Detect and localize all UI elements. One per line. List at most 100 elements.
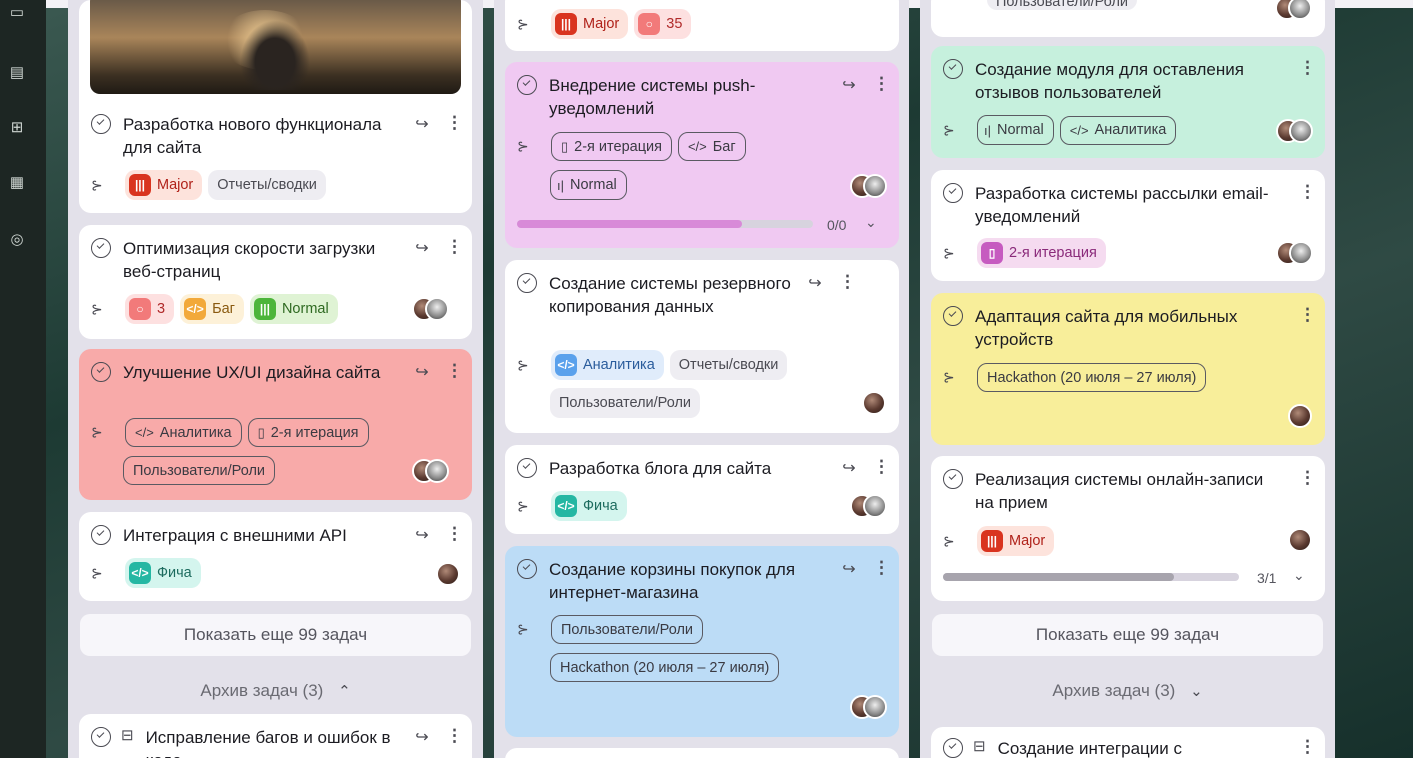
- tag-analytics[interactable]: </> Аналитика: [125, 418, 242, 447]
- check-circle-icon[interactable]: [517, 273, 537, 293]
- task-card[interactable]: Адаптация сайта для мобильных устройств …: [931, 293, 1325, 445]
- check-circle-icon[interactable]: [517, 559, 537, 579]
- tag[interactable]: Пользователи/Роли: [550, 388, 701, 418]
- subtasks-icon[interactable]: ⊱: [91, 301, 111, 318]
- task-card[interactable]: Оптимизация скорости загрузки веб-страни…: [79, 225, 472, 339]
- tag[interactable]: Отчеты/сводки: [669, 350, 788, 380]
- chevron-down-icon[interactable]: ⌄: [1293, 567, 1305, 584]
- avatar[interactable]: [863, 174, 887, 198]
- document-icon[interactable]: ▦: [6, 172, 28, 194]
- check-circle-icon[interactable]: [91, 362, 111, 382]
- task-card[interactable]: Пользователи/Роли: [931, 0, 1325, 37]
- check-circle-icon[interactable]: [943, 306, 963, 326]
- task-card[interactable]: Внедрение системы push-уведомлений ↪ ⋮ ⊱…: [505, 62, 899, 248]
- tag-sprint[interactable]: Hackathon (20 июля – 27 июля): [977, 363, 1207, 392]
- tag[interactable]: Пользователи/Роли: [123, 456, 276, 485]
- archive-toggle[interactable]: Архив задач (3) ⌄: [932, 681, 1323, 701]
- share-icon[interactable]: ↪: [412, 727, 432, 747]
- more-vertical-icon[interactable]: ⋮: [446, 361, 463, 381]
- check-circle-icon[interactable]: [943, 469, 963, 489]
- tag-feature[interactable]: </> Фича: [125, 558, 201, 588]
- task-clock-icon[interactable]: ▤: [6, 62, 28, 84]
- task-card[interactable]: ⊱ ||| Major ○ 35: [505, 0, 899, 51]
- check-circle-icon[interactable]: [943, 59, 963, 79]
- tag[interactable]: Пользователи/Роли: [987, 0, 1138, 10]
- archived-task-card[interactable]: ⊟ Создание интеграции с ⋮: [931, 727, 1325, 758]
- avatar[interactable]: [436, 562, 460, 586]
- presentation-icon[interactable]: ⊞: [6, 117, 28, 139]
- avatar[interactable]: [1288, 0, 1312, 20]
- show-more-button[interactable]: Показать еще 99 задач: [80, 614, 471, 656]
- tag-priority[interactable]: ||| Major: [977, 526, 1055, 556]
- check-circle-icon[interactable]: [91, 238, 111, 258]
- check-circle-icon[interactable]: [517, 458, 537, 478]
- more-vertical-icon[interactable]: ⋮: [1299, 305, 1316, 325]
- task-card[interactable]: Создание системы резервного копирования …: [505, 260, 899, 433]
- tag-feature[interactable]: </> Фича: [551, 491, 627, 521]
- show-more-button[interactable]: Показать еще 99 задач: [932, 614, 1323, 656]
- check-circle-icon[interactable]: [943, 738, 963, 758]
- tag-analytics[interactable]: </> Аналитика: [551, 350, 664, 380]
- check-circle-icon[interactable]: [517, 75, 537, 95]
- more-vertical-icon[interactable]: ⋮: [839, 272, 856, 292]
- archive-toggle[interactable]: Архив задач (3) ⌃: [80, 681, 471, 701]
- more-vertical-icon[interactable]: ⋮: [873, 74, 890, 94]
- more-vertical-icon[interactable]: ⋮: [1299, 737, 1316, 757]
- task-card[interactable]: Улучшение UX/UI дизайна сайта ↪ ⋮ ⊱ </> А…: [79, 349, 472, 500]
- tag-priority[interactable]: ||| Major: [551, 9, 629, 39]
- task-card[interactable]: Разработка системы рассылки email-уведом…: [931, 170, 1325, 281]
- more-vertical-icon[interactable]: ⋮: [446, 524, 463, 544]
- share-icon[interactable]: ↪: [412, 362, 432, 382]
- check-circle-icon[interactable]: [91, 727, 111, 747]
- tag-priority[interactable]: ||| Normal: [249, 294, 338, 324]
- check-circle-icon[interactable]: [91, 525, 111, 545]
- more-vertical-icon[interactable]: ⋮: [1299, 182, 1316, 202]
- subtasks-icon[interactable]: ⊱: [943, 245, 963, 262]
- tag-iteration[interactable]: ▯ 2-я итерация: [551, 132, 672, 161]
- tag-comments[interactable]: ○ 3: [125, 294, 175, 324]
- share-icon[interactable]: ↪: [839, 75, 859, 95]
- tag-sprint[interactable]: Hackathon (20 июля – 27 июля): [550, 653, 780, 682]
- subtasks-icon[interactable]: ⊱: [91, 424, 111, 441]
- subtasks-icon[interactable]: ⊱: [943, 369, 963, 386]
- check-circle-icon[interactable]: [943, 183, 963, 203]
- share-icon[interactable]: ↪: [839, 559, 859, 579]
- task-card[interactable]: Создание корзины покупок для интернет-ма…: [505, 546, 899, 737]
- subtasks-icon[interactable]: ⊱: [943, 533, 963, 550]
- avatar[interactable]: [1288, 528, 1312, 552]
- tag-analytics[interactable]: </> Аналитика: [1059, 115, 1177, 145]
- task-card[interactable]: Разработка нового функционала для сайта …: [79, 0, 472, 213]
- tag-priority[interactable]: ||| Major: [125, 170, 203, 200]
- tag[interactable]: Отчеты/сводки: [208, 170, 326, 200]
- tag[interactable]: Пользователи/Роли: [551, 615, 704, 644]
- more-vertical-icon[interactable]: ⋮: [873, 558, 890, 578]
- avatar[interactable]: [1289, 119, 1313, 143]
- more-vertical-icon[interactable]: ⋮: [1299, 58, 1316, 78]
- tag-iteration[interactable]: ▯ 2-я итерация: [247, 418, 369, 447]
- board-icon[interactable]: ▭: [6, 2, 28, 24]
- more-vertical-icon[interactable]: ⋮: [446, 237, 463, 257]
- subtasks-icon[interactable]: ⊱: [91, 565, 111, 582]
- share-icon[interactable]: ↪: [839, 458, 859, 478]
- task-card[interactable]: [505, 748, 899, 758]
- task-card[interactable]: Создание модуля для оставления отзывов п…: [931, 46, 1325, 158]
- subtasks-icon[interactable]: ⊱: [517, 621, 537, 638]
- avatar[interactable]: [1289, 241, 1313, 265]
- help-lifebuoy-icon[interactable]: ◎: [6, 229, 28, 251]
- share-icon[interactable]: ↪: [805, 273, 825, 293]
- subtasks-icon[interactable]: ⊱: [91, 177, 111, 194]
- more-vertical-icon[interactable]: ⋮: [1299, 468, 1316, 488]
- more-vertical-icon[interactable]: ⋮: [446, 726, 463, 746]
- share-icon[interactable]: ↪: [412, 238, 432, 258]
- tag-priority[interactable]: ı| Normal: [550, 170, 627, 200]
- task-card[interactable]: Реализация системы онлайн-записи на прие…: [931, 456, 1325, 601]
- avatar[interactable]: [863, 494, 887, 518]
- avatar[interactable]: [1288, 404, 1312, 428]
- subtasks-icon[interactable]: ⊱: [943, 122, 963, 139]
- check-circle-icon[interactable]: [91, 114, 111, 134]
- more-vertical-icon[interactable]: ⋮: [873, 457, 890, 477]
- avatar[interactable]: [863, 695, 887, 719]
- subtasks-icon[interactable]: ⊱: [517, 357, 537, 374]
- subtasks-icon[interactable]: ⊱: [517, 498, 537, 515]
- task-card[interactable]: Интеграция с внешними API ↪ ⋮ ⊱ </> Фича: [79, 512, 472, 601]
